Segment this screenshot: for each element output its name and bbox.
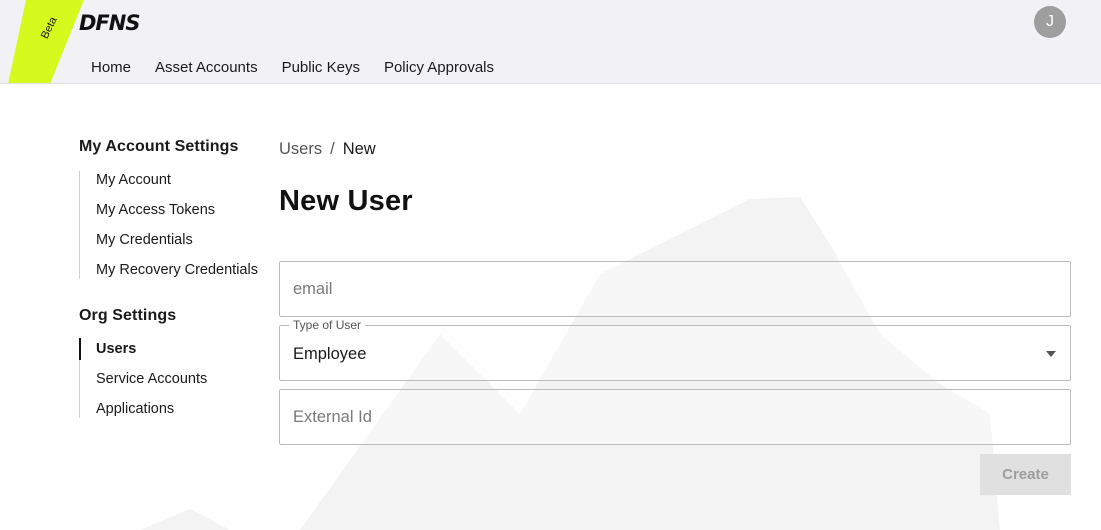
create-button[interactable]: Create xyxy=(980,454,1071,495)
breadcrumb-users-link[interactable]: Users xyxy=(279,140,322,159)
sidebar-item-my-account[interactable]: My Account xyxy=(96,171,269,189)
sidebar-item-users[interactable]: Users xyxy=(79,338,269,360)
sidebar-item-my-recovery-credentials[interactable]: My Recovery Credentials xyxy=(96,261,269,279)
nav-home[interactable]: Home xyxy=(91,59,131,76)
user-type-legend: Type of User xyxy=(289,319,366,332)
logo[interactable]: DFNS xyxy=(79,11,140,35)
org-settings-group: Users Service Accounts Applications xyxy=(79,338,269,418)
nav-asset-accounts[interactable]: Asset Accounts xyxy=(155,59,258,76)
external-id-field xyxy=(279,389,1071,445)
user-type-select[interactable]: Type of User Employee xyxy=(279,319,1071,381)
user-type-value: Employee xyxy=(293,345,367,363)
email-field xyxy=(279,261,1071,317)
email-input[interactable] xyxy=(280,262,1070,316)
breadcrumb: Users / New xyxy=(279,140,1071,159)
nav-policy-approvals[interactable]: Policy Approvals xyxy=(384,59,494,76)
sidebar-item-applications[interactable]: Applications xyxy=(96,400,269,418)
sidebar-item-service-accounts[interactable]: Service Accounts xyxy=(96,370,269,388)
nav-public-keys[interactable]: Public Keys xyxy=(282,59,360,76)
sidebar-item-my-credentials[interactable]: My Credentials xyxy=(96,231,269,249)
external-id-input[interactable] xyxy=(280,390,1070,444)
account-settings-heading: My Account Settings xyxy=(79,138,239,155)
org-settings-heading: Org Settings xyxy=(79,307,177,324)
settings-sidebar: My Account Settings My Account My Access… xyxy=(79,138,269,446)
main-nav: Home Asset Accounts Public Keys Policy A… xyxy=(91,59,494,76)
dropdown-caret-icon xyxy=(1046,351,1056,357)
page-title: New User xyxy=(279,185,413,217)
breadcrumb-current: New xyxy=(342,140,376,158)
sidebar-item-my-access-tokens[interactable]: My Access Tokens xyxy=(96,201,269,219)
breadcrumb-separator: / xyxy=(330,140,335,158)
user-avatar[interactable]: J xyxy=(1034,6,1066,38)
top-navigation-bar: Beta DFNS Home Asset Accounts Public Key… xyxy=(0,0,1101,84)
main-content: Users / New New User Type of User Employ… xyxy=(279,140,1071,495)
account-settings-group: My Account My Access Tokens My Credentia… xyxy=(79,171,269,279)
